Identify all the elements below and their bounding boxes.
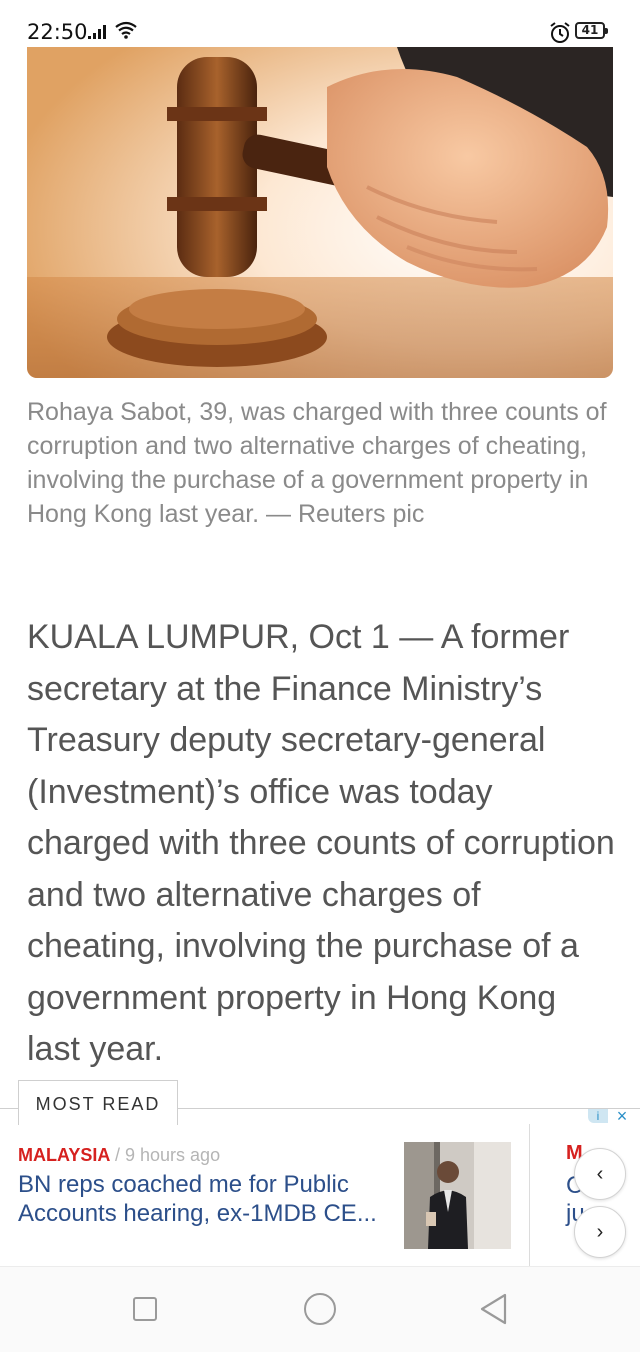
article-body: KUALA LUMPUR, Oct 1 — A former secretary… <box>27 618 615 1068</box>
navigation-bar <box>0 1266 640 1352</box>
article-photo <box>27 47 613 378</box>
carousel-prev-button[interactable]: ‹ <box>574 1148 626 1200</box>
status-bar: 22:50 41 <box>0 0 640 46</box>
battery-icon: 41 <box>575 22 608 39</box>
photo-caption: Rohaya Sabot, 39, was charged with three… <box>27 398 607 528</box>
ad-info-icon[interactable]: i <box>588 1109 608 1123</box>
recent-apps-icon[interactable] <box>133 1297 157 1321</box>
tab-most-read[interactable]: MOST READ <box>18 1080 178 1125</box>
chevron-right-icon: › <box>596 1221 604 1243</box>
back-icon[interactable] <box>478 1293 508 1325</box>
card-title[interactable]: BN reps coached me for Public Accounts h… <box>18 1170 398 1228</box>
most-read-card[interactable]: MALAYSIA / 9 hours ago BN reps coached m… <box>18 1140 528 1264</box>
alarm-icon <box>550 22 570 43</box>
carousel-next-button[interactable]: › <box>574 1206 626 1258</box>
card-category[interactable]: MALAYSIA <box>18 1145 110 1166</box>
status-time: 22:50 <box>27 20 88 44</box>
wifi-icon <box>115 21 137 39</box>
ad-close-icon[interactable]: × <box>612 1107 632 1125</box>
divider <box>529 1124 530 1266</box>
chevron-left-icon: ‹ <box>596 1163 604 1185</box>
card-timestamp: / 9 hours ago <box>115 1145 221 1165</box>
signal-icon <box>88 25 106 39</box>
card-thumbnail[interactable] <box>404 1142 511 1249</box>
home-icon[interactable] <box>304 1293 336 1325</box>
